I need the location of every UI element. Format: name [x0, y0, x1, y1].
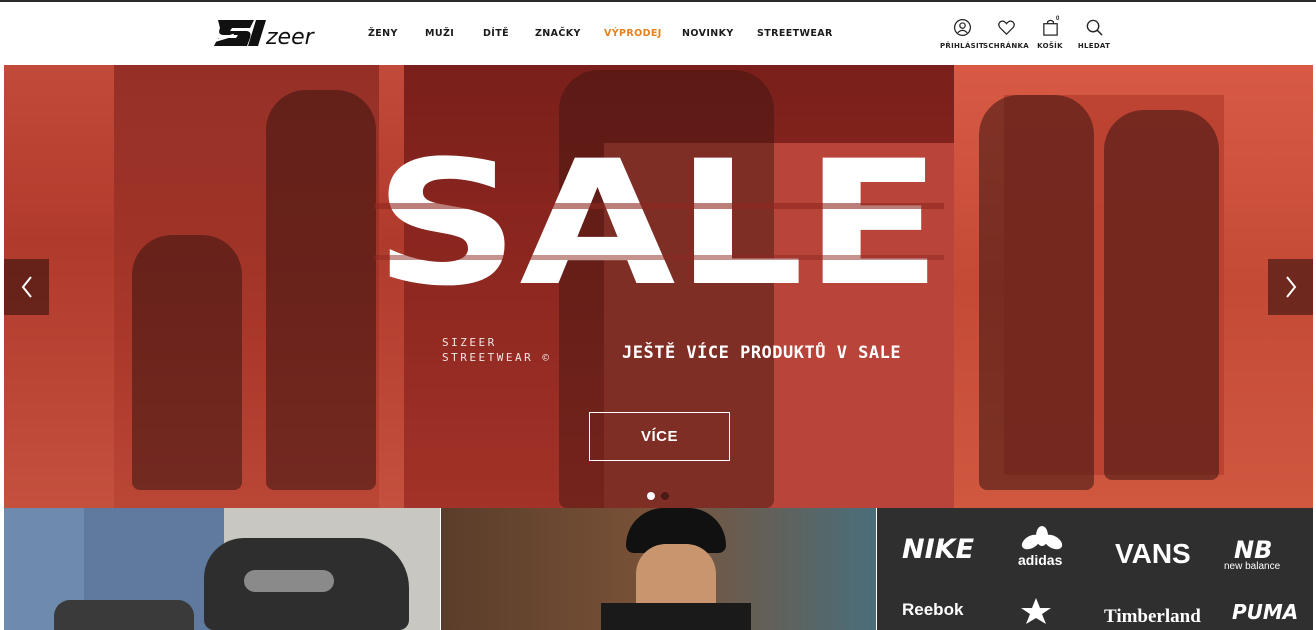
chevron-right-icon [1285, 276, 1296, 298]
wishlist-label: SCHRÁNKA [983, 42, 1029, 50]
cart-label: KOŠÍK [1037, 42, 1063, 50]
hero-banner[interactable]: SALE SIZEER STREETWEAR © JEŠTĚ VÍCE PROD… [4, 65, 1313, 508]
login-button[interactable]: PŘIHLÁSIT [940, 18, 984, 50]
brand-logo-adidas[interactable]: adidas [1018, 552, 1062, 568]
adidas-trefoil-icon [1021, 526, 1063, 550]
hero-brand-line1: SIZEER [442, 336, 497, 349]
model-silhouette [266, 90, 376, 490]
login-label: PŘIHLÁSIT [940, 42, 984, 50]
model-silhouette [979, 95, 1094, 490]
wishlist-button[interactable]: SCHRÁNKA [983, 18, 1029, 50]
nav-item-vyprodej[interactable]: VÝPRODEJ [604, 28, 682, 42]
nav-item-novinky[interactable]: NOVINKY [682, 28, 757, 42]
cart-count-badge: 0 [1056, 16, 1060, 22]
hero-brand-line2: STREETWEAR © [442, 351, 552, 364]
nav-item-zeny[interactable]: ŽENY [368, 28, 425, 42]
carousel-dot-1[interactable] [647, 492, 655, 500]
hero-cta-button[interactable]: VÍCE [589, 412, 730, 461]
heart-icon [997, 20, 1015, 36]
tile-brands[interactable]: NIKE adidas VANS new balance NB Reebok T… [877, 508, 1313, 630]
nav-item-muzi[interactable]: MUŽI [425, 28, 483, 42]
new-balance-nb-icon: NB [1234, 536, 1273, 564]
carousel-next-button[interactable] [1268, 259, 1313, 315]
search-label: HLEDAT [1077, 42, 1111, 50]
carousel-dot-2[interactable] [661, 492, 669, 500]
hero-brand-text: SIZEER STREETWEAR © [442, 335, 551, 365]
nav-item-znacky[interactable]: ZNAČKY [535, 28, 604, 42]
search-icon [1086, 19, 1103, 36]
model-silhouette [1104, 110, 1219, 480]
jacket-image [601, 603, 751, 630]
cart-button[interactable]: 0 KOŠÍK [1028, 16, 1072, 50]
carousel-dots [647, 492, 669, 500]
brand-logo-timberland[interactable]: Timberland [1104, 606, 1201, 628]
sale-headline: SALE [374, 143, 944, 318]
sizeer-logo[interactable]: zeer [214, 14, 318, 50]
sneaker-swoosh [244, 570, 334, 592]
chevron-left-icon [21, 276, 32, 298]
search-button[interactable]: HLEDAT [1072, 18, 1116, 50]
svg-text:zeer: zeer [265, 25, 316, 50]
brand-logo-puma[interactable]: PUMA [1232, 600, 1298, 624]
sneaker-image [54, 600, 194, 630]
site-header: zeer ŽENY MUŽI DÍTĚ ZNAČKY VÝPRODEJ NOVI… [0, 2, 1316, 65]
model-silhouette [132, 235, 242, 490]
brand-logo-reebok[interactable]: Reebok [902, 600, 963, 620]
nav-item-dite[interactable]: DÍTĚ [483, 28, 535, 42]
brand-logo-vans[interactable]: VANS [1115, 538, 1191, 570]
user-icon [953, 18, 971, 37]
brand-logo-nike[interactable]: NIKE [902, 534, 974, 565]
tile-men[interactable] [441, 508, 876, 630]
carousel-prev-button[interactable] [4, 259, 49, 315]
main-nav: ŽENY MUŽI DÍTĚ ZNAČKY VÝPRODEJ NOVINKY S… [368, 28, 833, 42]
nav-item-streetwear[interactable]: STREETWEAR [757, 28, 833, 42]
header-actions: PŘIHLÁSIT SCHRÁNKA 0 KOŠÍK HLEDAT [940, 16, 1116, 50]
converse-star-icon[interactable] [1018, 596, 1054, 626]
hero-tagline: JEŠTĚ VÍCE PRODUKTŮ V SALE [622, 343, 902, 363]
svg-text:SALE: SALE [374, 143, 942, 318]
tile-sneakers[interactable] [4, 508, 440, 630]
